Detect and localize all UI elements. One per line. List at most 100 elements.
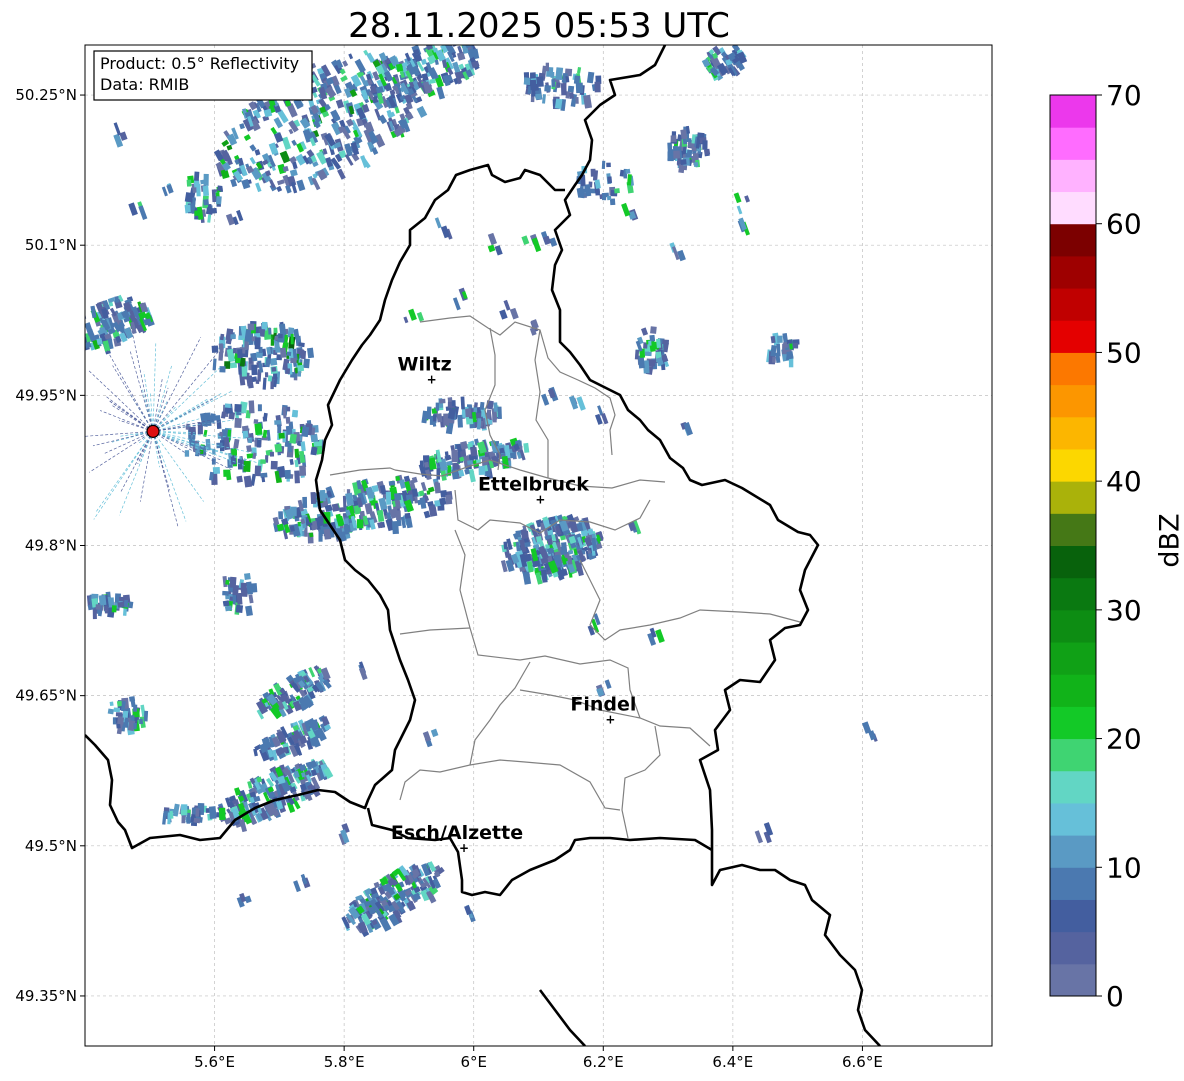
echo-cell bbox=[229, 362, 238, 369]
echo-cell bbox=[275, 346, 281, 353]
echo-cell bbox=[203, 199, 209, 206]
echo-cell bbox=[644, 351, 652, 357]
echo-cell bbox=[554, 98, 563, 109]
echo-cell bbox=[196, 184, 201, 197]
echo-cell bbox=[200, 179, 206, 185]
echo-cell bbox=[575, 96, 579, 104]
echo-cell bbox=[242, 430, 249, 439]
echo-cell bbox=[573, 75, 581, 85]
echo-cell bbox=[254, 337, 261, 350]
echo-cell bbox=[95, 604, 101, 610]
echo-cell bbox=[439, 398, 446, 404]
map-area[interactable]: +Wiltz+Ettelbruck+Findel+Esch/Alzette bbox=[56, 38, 992, 1046]
echo-cell bbox=[215, 196, 222, 205]
echo-cell bbox=[115, 712, 123, 717]
echo-cell bbox=[680, 159, 687, 165]
echo-cell bbox=[297, 364, 305, 372]
colorbar-segment bbox=[1050, 223, 1096, 257]
y-tick-label: 49.95°N bbox=[15, 386, 77, 404]
echo-cell bbox=[264, 372, 269, 378]
colorbar-segment bbox=[1050, 513, 1096, 546]
echo-cell bbox=[248, 357, 253, 364]
echo-cell bbox=[184, 192, 193, 203]
echo-cell bbox=[594, 81, 601, 93]
echo-cell bbox=[208, 806, 217, 820]
colorbar-segment bbox=[1050, 127, 1096, 160]
echo-cell bbox=[73, 332, 79, 338]
echo-cell bbox=[285, 368, 290, 375]
echo-cell bbox=[492, 412, 497, 423]
colorbar-segment bbox=[1050, 384, 1096, 418]
echo-cell bbox=[312, 520, 318, 530]
radar-site-dot[interactable] bbox=[146, 424, 160, 438]
echo-cell bbox=[184, 450, 190, 457]
echo-cell bbox=[577, 188, 586, 199]
echo-cell bbox=[225, 579, 230, 585]
echo-cell bbox=[211, 345, 219, 353]
echo-cell bbox=[313, 441, 321, 447]
radar-site-marker[interactable] bbox=[146, 424, 160, 438]
echo-cell bbox=[72, 327, 82, 338]
echo-cell bbox=[424, 461, 430, 468]
echo-cell bbox=[523, 77, 531, 86]
echo-cell bbox=[285, 425, 293, 436]
echo-cell bbox=[223, 469, 230, 477]
echo-cell bbox=[476, 418, 482, 430]
echo-cell bbox=[614, 188, 620, 194]
colorbar-segment bbox=[1050, 802, 1096, 836]
echo-cell bbox=[129, 696, 136, 702]
colorbar-segment bbox=[1050, 481, 1096, 514]
echo-cell bbox=[771, 356, 776, 363]
echo-cell bbox=[236, 592, 243, 605]
colorbar-segment bbox=[1050, 674, 1096, 707]
echo-cell bbox=[98, 594, 107, 606]
echo-cell bbox=[286, 406, 291, 412]
echo-cell bbox=[601, 193, 607, 201]
echo-cell bbox=[230, 334, 236, 339]
echo-cell bbox=[75, 328, 82, 335]
y-tick-label: 49.8°N bbox=[25, 537, 77, 555]
colorbar-tick-label: 50 bbox=[1106, 336, 1142, 369]
colorbar-tick-label: 10 bbox=[1106, 851, 1142, 884]
echo-cell bbox=[185, 204, 191, 213]
echo-cell bbox=[497, 406, 502, 419]
colorbar-tick-label: 60 bbox=[1106, 208, 1142, 241]
echo-cell bbox=[143, 710, 149, 722]
echo-cell bbox=[218, 351, 224, 361]
echo-cell bbox=[451, 449, 459, 463]
echo-cell bbox=[786, 339, 793, 344]
echo-cell bbox=[257, 404, 262, 412]
colorbar: 0 10 20 30 40 50 60 70 bbox=[1049, 79, 1142, 1013]
colorbar-tick-label: 40 bbox=[1106, 465, 1142, 498]
echo-cell bbox=[555, 67, 564, 81]
x-tick-label: 6.4°E bbox=[712, 1053, 753, 1071]
echo-cell bbox=[267, 327, 272, 335]
echo-cell bbox=[241, 366, 247, 377]
colorbar-tick-label: 20 bbox=[1106, 723, 1142, 756]
y-tick-label: 49.35°N bbox=[15, 987, 77, 1005]
echo-cell bbox=[247, 437, 253, 444]
echo-cell bbox=[650, 326, 657, 334]
echo-cell bbox=[279, 347, 287, 358]
echo-cell bbox=[436, 468, 440, 480]
colorbar-segment bbox=[1050, 642, 1096, 675]
echo-cell bbox=[217, 185, 223, 192]
echo-cell bbox=[243, 460, 251, 473]
echo-cell bbox=[530, 72, 536, 79]
y-tick-label: 50.1°N bbox=[25, 236, 77, 254]
echo-cell bbox=[702, 140, 708, 150]
echo-cell bbox=[556, 82, 561, 88]
echo-cell bbox=[419, 460, 424, 467]
echo-cell bbox=[451, 400, 456, 407]
colorbar-segment bbox=[1050, 963, 1096, 997]
echo-cell bbox=[194, 210, 199, 216]
echo-cell bbox=[356, 519, 364, 529]
echo-cell bbox=[224, 403, 231, 409]
x-tick-label: 5.6°E bbox=[194, 1053, 235, 1071]
colorbar-segment bbox=[1050, 770, 1096, 804]
echo-cell bbox=[117, 601, 124, 608]
echo-cell bbox=[251, 364, 258, 376]
echo-cell bbox=[271, 366, 277, 372]
echo-cell bbox=[111, 605, 117, 613]
echo-cell bbox=[215, 812, 220, 818]
